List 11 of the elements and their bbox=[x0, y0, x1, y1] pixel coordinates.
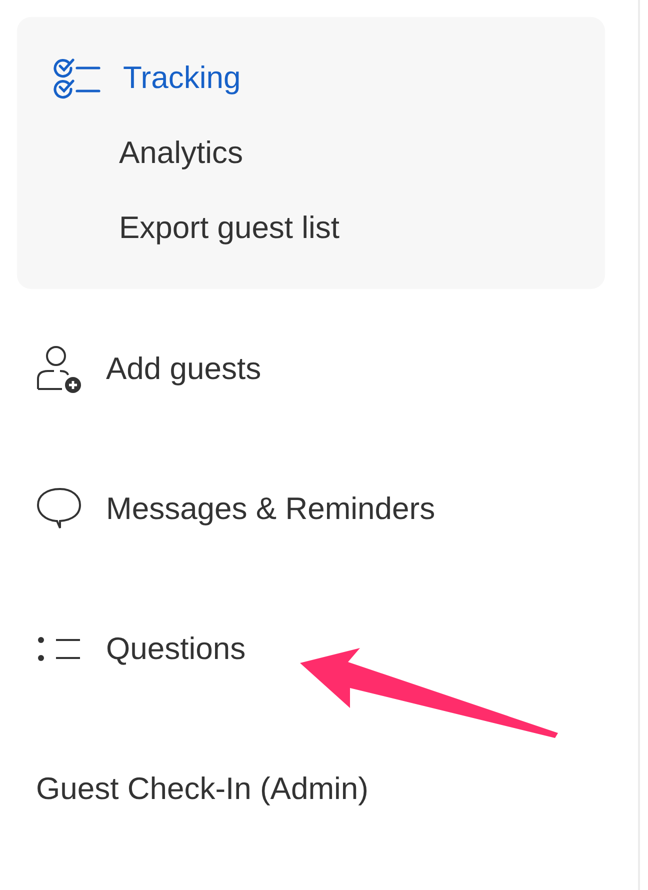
add-person-icon bbox=[36, 345, 82, 393]
nav-sublink[interactable]: Export guest list bbox=[119, 210, 340, 246]
nav-link[interactable]: Tracking bbox=[123, 60, 241, 96]
nav-sublink[interactable]: Analytics bbox=[119, 134, 244, 170]
nav-link[interactable]: Add guests bbox=[106, 351, 262, 387]
nav-link[interactable]: Messages & Reminders bbox=[106, 491, 436, 527]
checklist-icon bbox=[53, 56, 101, 100]
nav-link[interactable]: Guest Check-In (Admin) bbox=[36, 771, 368, 807]
list-icon bbox=[36, 634, 82, 664]
nav-link[interactable]: Questions bbox=[106, 631, 246, 667]
speech-bubble-icon bbox=[36, 487, 82, 531]
